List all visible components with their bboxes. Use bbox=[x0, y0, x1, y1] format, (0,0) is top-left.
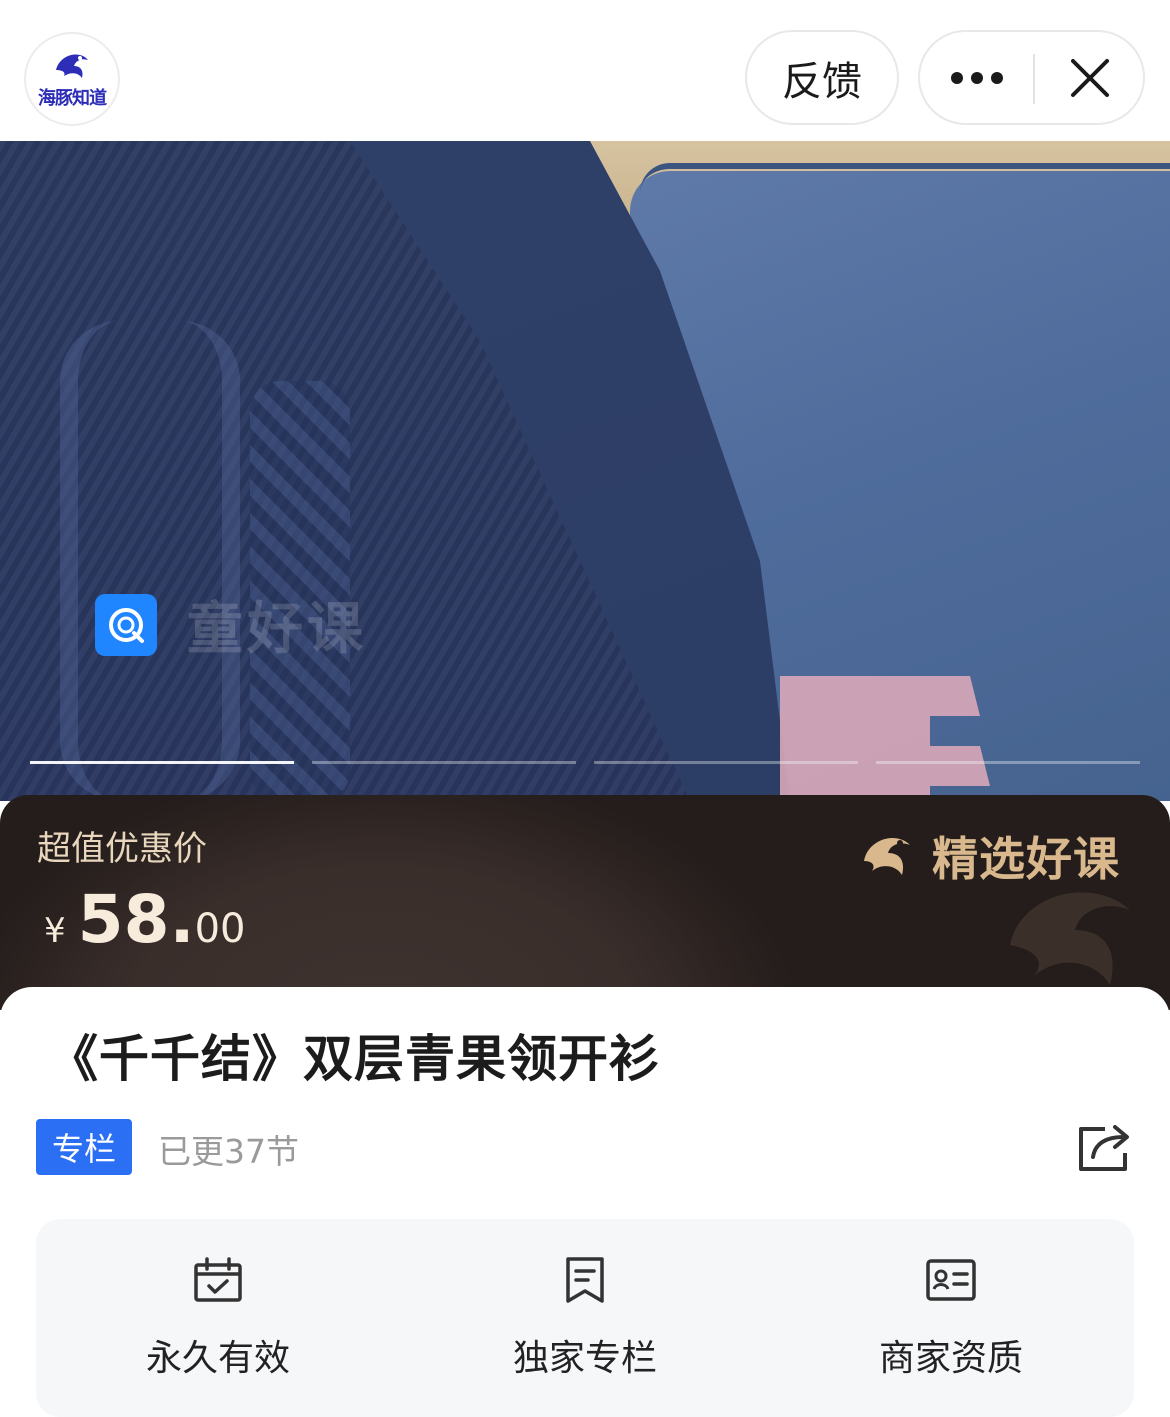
price-integer: 58. bbox=[77, 881, 195, 958]
product-image-carousel[interactable]: 童好课 bbox=[0, 141, 1170, 801]
price-panel: 超值优惠价 ¥ 58. 00 精选好课 bbox=[0, 795, 1170, 1010]
dolphin-watermark-icon bbox=[1010, 892, 1130, 985]
close-button[interactable] bbox=[1035, 32, 1145, 123]
dolphin-logo-icon bbox=[56, 54, 88, 78]
carousel-indicator-2[interactable] bbox=[312, 761, 576, 764]
watermark: 童好课 bbox=[95, 584, 367, 665]
feature-exclusive-column[interactable]: 独家专栏 bbox=[445, 1219, 725, 1417]
share-icon[interactable] bbox=[1075, 1123, 1133, 1173]
price-decimal: 00 bbox=[194, 906, 246, 952]
document-icon bbox=[566, 1257, 604, 1303]
feature-permanent[interactable]: 永久有效 bbox=[78, 1219, 358, 1417]
price: ¥ 58. 00 bbox=[44, 881, 245, 958]
feature-label: 独家专栏 bbox=[512, 1338, 657, 1379]
feature-merchant-qualification[interactable]: 商家资质 bbox=[811, 1219, 1091, 1417]
top-bar: 海豚知道 反馈 bbox=[0, 0, 1170, 141]
calendar-check-icon bbox=[194, 1257, 242, 1302]
app-logo[interactable]: 海豚知道 bbox=[24, 32, 120, 126]
mini-program-capsule bbox=[918, 30, 1145, 125]
banner-photo-cable-knit bbox=[60, 321, 240, 801]
feature-label: 永久有效 bbox=[145, 1338, 290, 1379]
currency-symbol: ¥ bbox=[44, 911, 66, 951]
watermark-logo-icon bbox=[95, 593, 157, 656]
banner-photo-collar bbox=[640, 163, 1170, 223]
more-button[interactable] bbox=[920, 32, 1033, 123]
update-count: 已更37节 bbox=[158, 1132, 299, 1171]
close-icon bbox=[1071, 58, 1109, 97]
feature-label: 商家资质 bbox=[878, 1338, 1023, 1379]
dolphin-badge-icon bbox=[864, 838, 910, 875]
column-tag: 专栏 bbox=[36, 1119, 132, 1175]
price-label: 超值优惠价 bbox=[37, 829, 207, 869]
carousel-indicator-1[interactable] bbox=[30, 761, 294, 764]
more-dots-icon bbox=[950, 71, 1003, 84]
watermark-text: 童好课 bbox=[187, 597, 367, 662]
carousel-indicator-3[interactable] bbox=[594, 761, 858, 764]
id-card-icon bbox=[926, 1259, 976, 1301]
course-title: 《千千结》双层青果领开衫 bbox=[48, 1030, 660, 1088]
logo-text: 海豚知道 bbox=[38, 88, 107, 109]
feedback-button[interactable]: 反馈 bbox=[745, 30, 899, 125]
course-info-card: 《千千结》双层青果领开衫 专栏 已更37节 永久有效 独家专栏 商家资质 bbox=[0, 987, 1170, 1417]
feature-list: 永久有效 独家专栏 商家资质 bbox=[36, 1219, 1134, 1417]
carousel-indicator-4[interactable] bbox=[876, 761, 1140, 764]
